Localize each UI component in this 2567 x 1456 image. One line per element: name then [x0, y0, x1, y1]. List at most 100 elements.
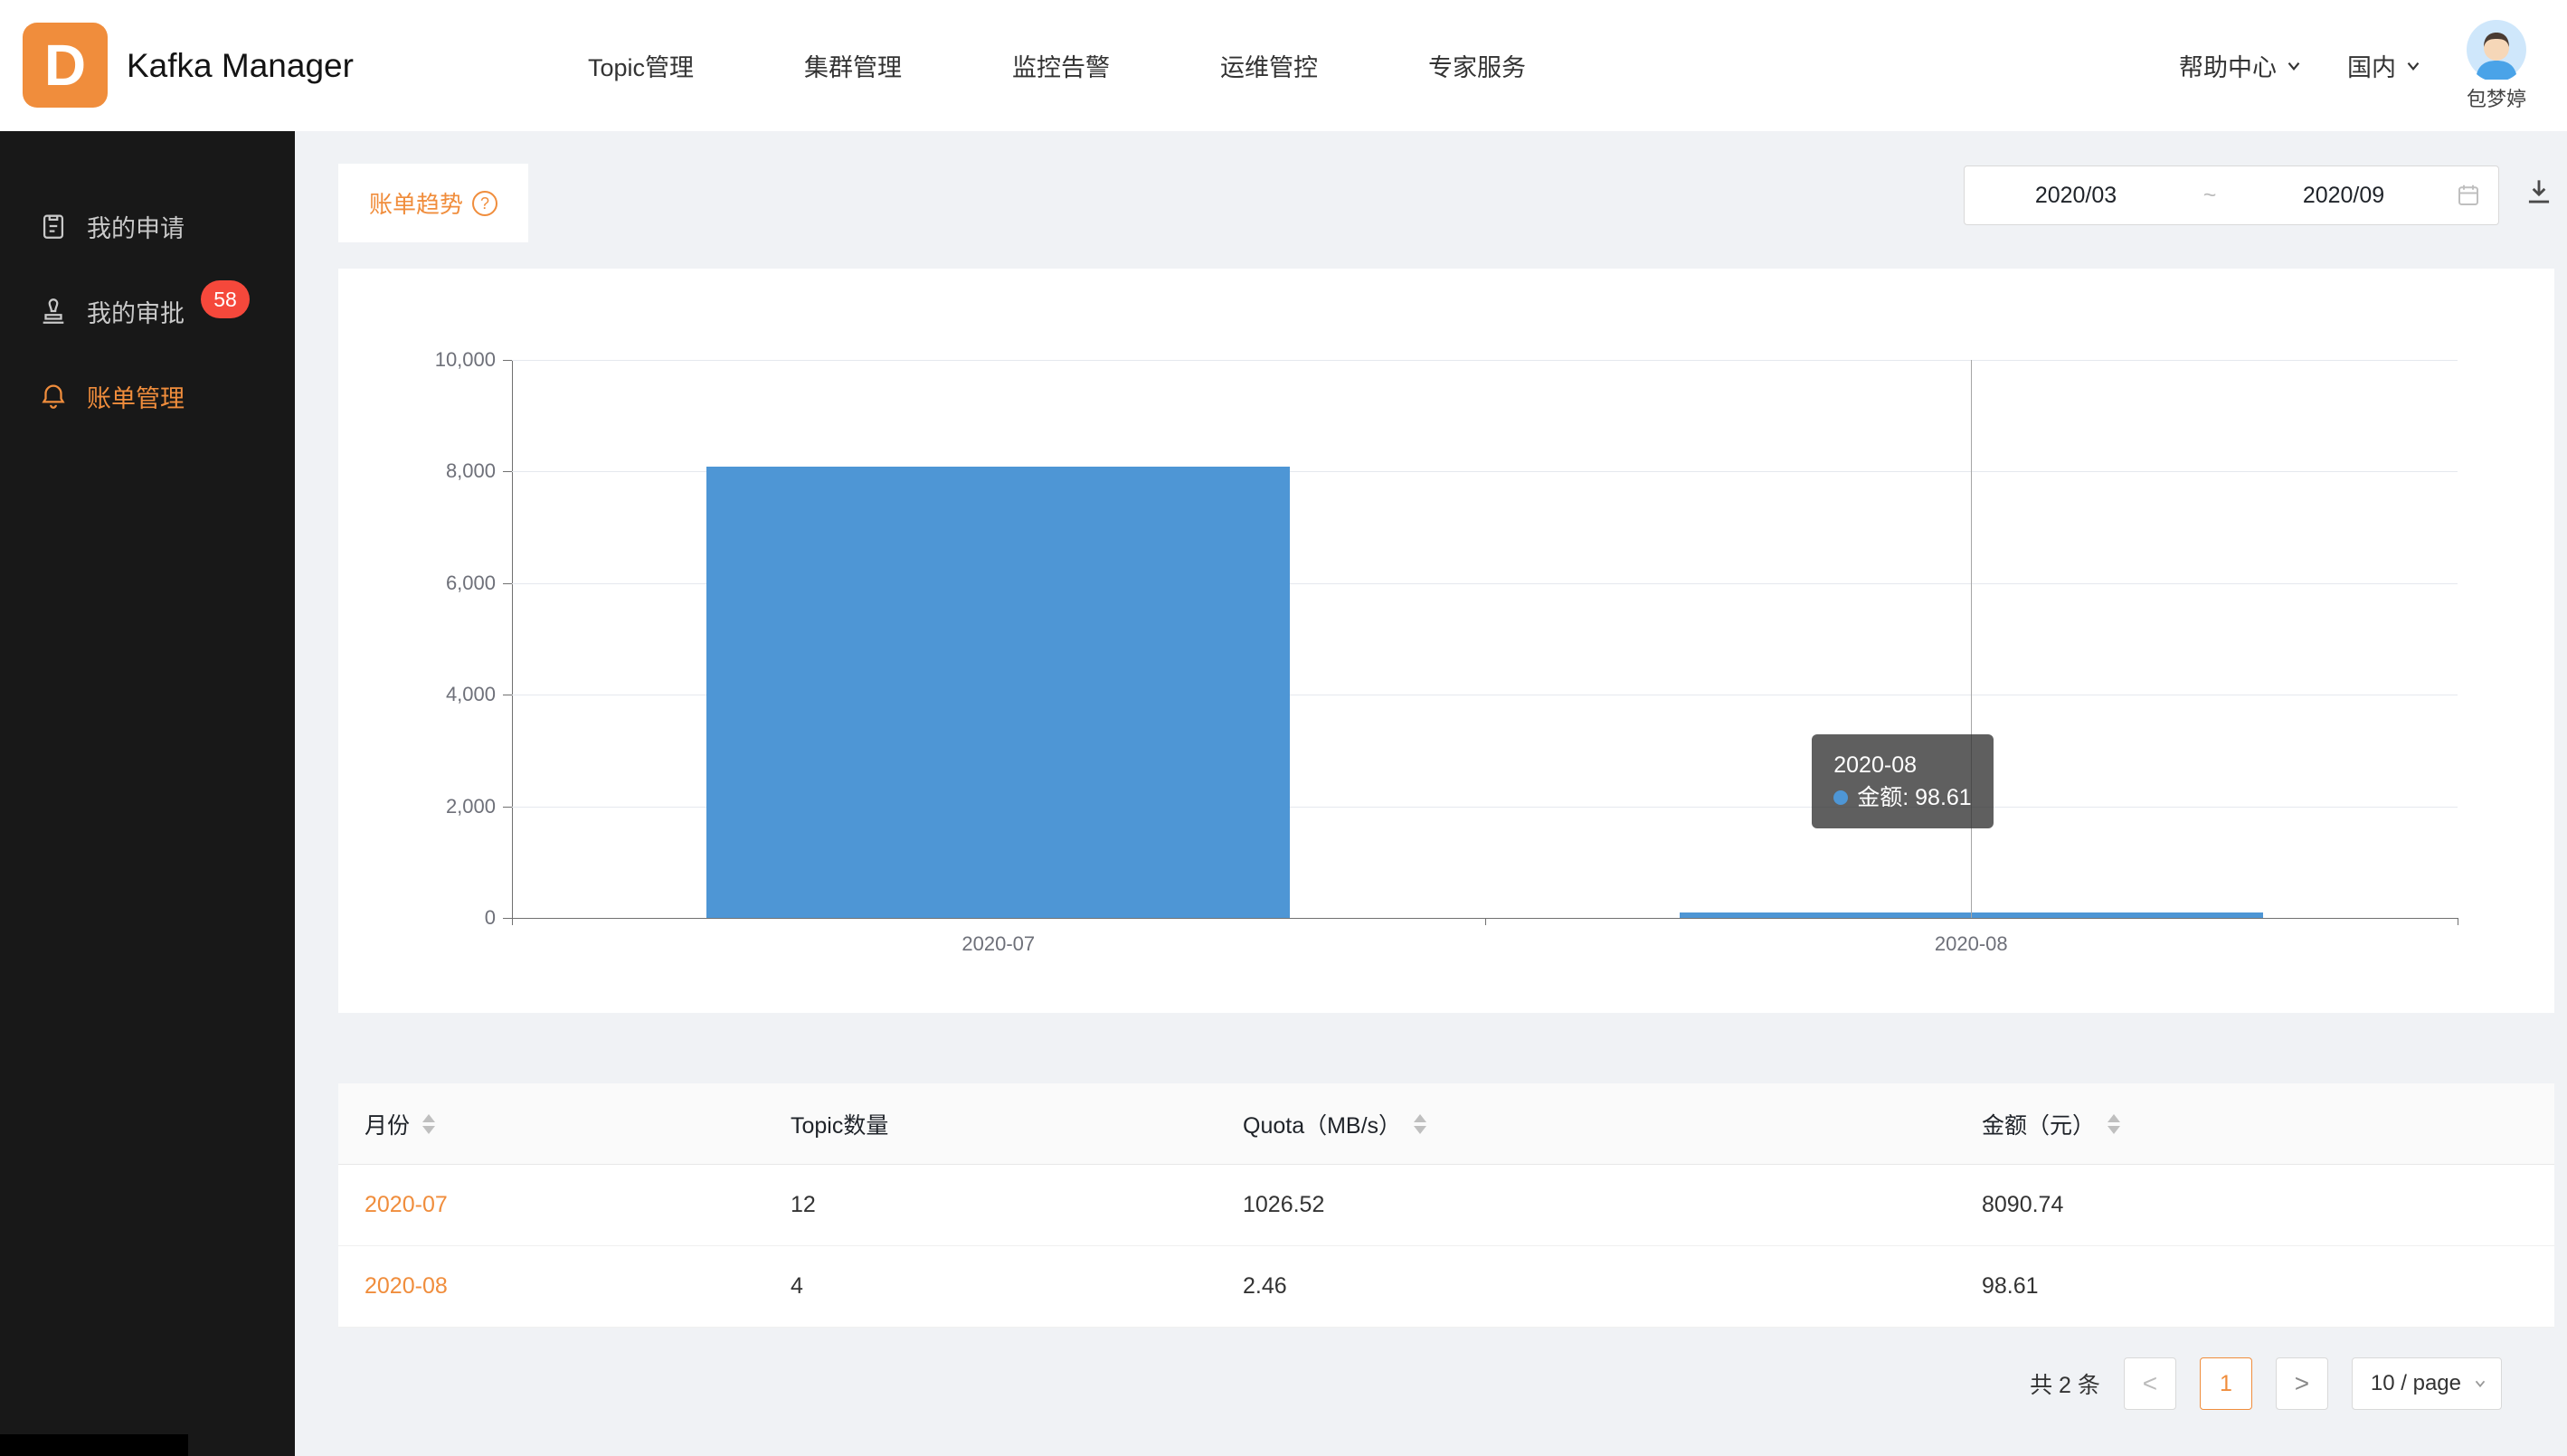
column-header-topic-count: Topic数量 — [764, 1108, 1217, 1140]
logo-letter: D — [44, 32, 86, 99]
region-select[interactable]: 国内 — [2347, 48, 2423, 83]
chart-tooltip: 2020-08 金额: 98.61 — [1812, 734, 1993, 828]
user-name: 包梦婷 — [2467, 83, 2526, 112]
column-header-month[interactable]: 月份 — [338, 1108, 764, 1140]
sort-icons[interactable] — [422, 1114, 435, 1134]
nav-monitor-alert[interactable]: 监控告警 — [1012, 48, 1110, 83]
x-axis-tick — [1485, 918, 1486, 925]
nav-expert-service[interactable]: 专家服务 — [1428, 48, 1526, 83]
sidebar-menu: 我的申请 我的审批 账单管理 — [0, 131, 295, 439]
pagination: 共 2 条 < 1 > 10 / page — [2030, 1357, 2502, 1410]
page-size-select[interactable]: 10 / page — [2352, 1357, 2502, 1410]
cell-quota: 1026.52 — [1217, 1192, 1956, 1218]
gridline — [512, 360, 2458, 361]
table-header-row: 月份 Topic数量 Quota（MB/s） 金额（元） — [338, 1083, 2554, 1165]
cell-amount: 8090.74 — [1956, 1192, 2554, 1218]
month-link[interactable]: 2020-07 — [365, 1192, 448, 1218]
chevron-down-icon — [2472, 1376, 2488, 1392]
table-body: 2020-07 12 1026.52 8090.74 2020-08 4 2.4… — [338, 1165, 2554, 1328]
main-content: 账单趋势 ? 2020/03 ~ 2020/09 0 2,000 4,000 6,00… — [295, 131, 2567, 1456]
cell-quota: 2.46 — [1217, 1273, 1956, 1300]
column-label: Quota（MB/s） — [1243, 1108, 1401, 1140]
column-header-amount[interactable]: 金额（元） — [1956, 1108, 2554, 1140]
month-link[interactable]: 2020-08 — [365, 1273, 448, 1300]
bar-2020-07[interactable] — [706, 467, 1290, 918]
sort-icons[interactable] — [1414, 1114, 1426, 1134]
nav-cluster-management[interactable]: 集群管理 — [804, 48, 902, 83]
page-size-value: 10 / page — [2371, 1371, 2461, 1396]
prev-page-button[interactable]: < — [2124, 1357, 2176, 1410]
cell-topic-count: 4 — [764, 1273, 1217, 1300]
y-axis-tick — [503, 918, 512, 919]
download-button[interactable] — [2518, 171, 2560, 213]
calendar-icon[interactable] — [2455, 182, 2482, 209]
sidebar-item-label: 账单管理 — [87, 379, 185, 414]
y-axis-tick-label: 8,000 — [338, 459, 496, 483]
cell-amount: 98.61 — [1956, 1273, 2554, 1300]
app-header: D Kafka Manager Topic管理 集群管理 监控告警 运维管控 专… — [0, 0, 2567, 131]
tab-label: 账单趋势 — [369, 186, 463, 220]
x-axis-tick-label: 2020-07 — [961, 932, 1035, 956]
table-row: 2020-08 4 2.46 98.61 — [338, 1246, 2554, 1328]
brand-title: Kafka Manager — [127, 0, 354, 131]
chevron-down-icon — [2284, 56, 2304, 76]
column-label: 金额（元） — [1982, 1108, 2095, 1140]
bill-icon — [38, 381, 69, 411]
stamp-icon — [38, 296, 69, 326]
sidebar-item-my-applications[interactable]: 我的申请 — [0, 184, 295, 269]
y-axis-tick-label: 10,000 — [338, 348, 496, 372]
sort-icons[interactable] — [2108, 1114, 2120, 1134]
column-label: 月份 — [365, 1108, 410, 1140]
sidebar-item-label: 我的审批 — [87, 294, 185, 329]
sidebar-item-my-approvals[interactable]: 我的审批 — [0, 269, 295, 354]
y-axis-tick — [503, 471, 512, 472]
column-label: Topic数量 — [791, 1108, 888, 1140]
series-dot — [1833, 790, 1848, 805]
date-range-picker[interactable]: 2020/03 ~ 2020/09 — [1964, 165, 2499, 225]
avatar — [2467, 20, 2526, 80]
y-axis-tick-label: 6,000 — [338, 572, 496, 595]
sidebar-item-bill-management[interactable]: 账单管理 — [0, 354, 295, 439]
bill-table: 月份 Topic数量 Quota（MB/s） 金额（元） 2020-07 12 … — [338, 1083, 2554, 1328]
y-axis-tick — [503, 807, 512, 808]
main-nav: Topic管理 集群管理 监控告警 运维管控 专家服务 — [588, 0, 1526, 131]
sidebar-collapse-trigger[interactable] — [0, 1434, 188, 1456]
column-header-quota[interactable]: Quota（MB/s） — [1217, 1108, 1956, 1140]
page-1-button[interactable]: 1 — [2200, 1357, 2252, 1410]
nav-ops-control[interactable]: 运维管控 — [1220, 48, 1318, 83]
region-label: 国内 — [2347, 48, 2396, 83]
tooltip-title: 2020-08 — [1833, 749, 1971, 781]
y-axis-tick — [503, 583, 512, 584]
y-axis-tick-label: 0 — [338, 906, 496, 930]
x-axis-tick — [512, 918, 513, 925]
date-end-value[interactable]: 2020/09 — [2232, 183, 2455, 209]
date-start-value[interactable]: 2020/03 — [1965, 183, 2187, 209]
sidebar: 我的申请 我的审批 账单管理 58 — [0, 131, 295, 1456]
table-row: 2020-07 12 1026.52 8090.74 — [338, 1165, 2554, 1246]
chart-card: 0 2,000 4,000 6,000 8,000 10,000 2020-07 2020-0… — [338, 269, 2554, 1013]
nav-topic-management[interactable]: Topic管理 — [588, 48, 694, 83]
y-axis — [512, 360, 513, 918]
chevron-down-icon — [2403, 56, 2423, 76]
approvals-count-badge: 58 — [201, 280, 250, 318]
total-count: 共 2 条 — [2030, 1367, 2100, 1400]
cell-topic-count: 12 — [764, 1192, 1217, 1218]
sidebar-item-label: 我的申请 — [87, 209, 185, 244]
hover-crosshair — [1971, 360, 1972, 918]
y-axis-tick — [503, 360, 512, 361]
tab-bill-trend[interactable]: 账单趋势 ? — [338, 164, 528, 242]
clipboard-icon — [38, 211, 69, 241]
y-axis-tick-label: 4,000 — [338, 683, 496, 706]
next-page-button[interactable]: > — [2276, 1357, 2328, 1410]
date-separator: ~ — [2187, 183, 2232, 209]
download-icon — [2522, 175, 2556, 209]
header-right: 帮助中心 国内 包梦婷 — [2179, 0, 2526, 131]
app-logo[interactable]: D — [23, 23, 108, 108]
user-menu[interactable]: 包梦婷 — [2467, 20, 2526, 112]
tooltip-value: 金额: 98.61 — [1857, 785, 1971, 810]
y-axis-tick-label: 2,000 — [338, 795, 496, 818]
question-circle-icon[interactable]: ? — [472, 191, 497, 216]
help-center-label: 帮助中心 — [2179, 48, 2277, 83]
x-axis-tick-label: 2020-08 — [1935, 932, 2008, 956]
help-center-menu[interactable]: 帮助中心 — [2179, 48, 2304, 83]
